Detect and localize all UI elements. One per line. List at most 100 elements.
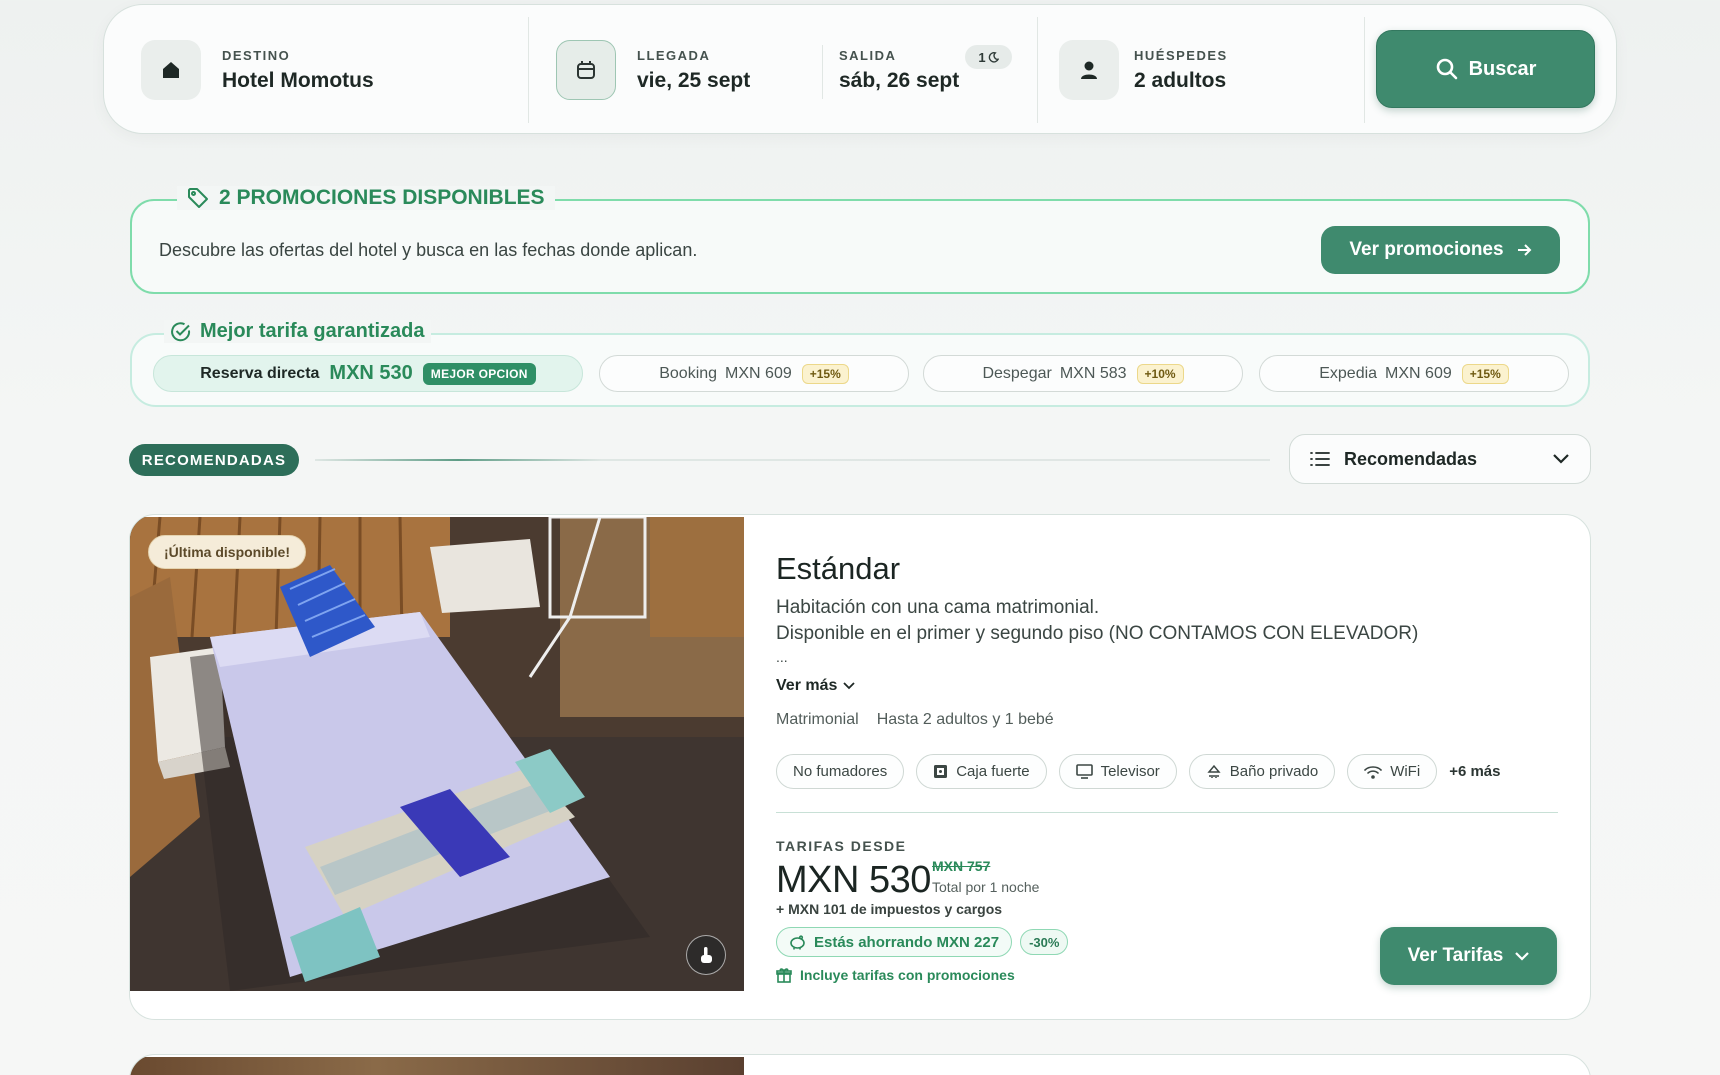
checkout-label: SALIDA	[839, 47, 897, 63]
sort-select[interactable]: Recomendadas	[1289, 434, 1591, 484]
view-promotions-button[interactable]: Ver promociones	[1321, 226, 1560, 274]
amenity-chip: Baño privado	[1188, 754, 1336, 789]
room-title: Estándar	[776, 551, 901, 586]
saving-badge: Estás ahorrando MXN 227	[776, 927, 1013, 957]
rate-expedia: Expedia MXN 609 +15%	[1259, 355, 1569, 392]
rates-from-label: TARIFAS DESDE	[776, 838, 907, 854]
checkout-field[interactable]: SALIDA sáb, 26 sept	[839, 5, 959, 135]
room-old-price: MXN 757	[932, 858, 991, 874]
arrow-right-icon	[1517, 244, 1531, 256]
safe-icon	[934, 765, 948, 778]
amenity-label: Caja fuerte	[956, 763, 1030, 780]
checkin-field[interactable]: LLEGADA vie, 25 sept	[556, 5, 750, 135]
nights-count: 1	[978, 49, 986, 65]
amenities-list: No fumadores Caja fuerte Televisor Baño …	[776, 754, 1500, 789]
room-divider	[776, 812, 1558, 813]
see-more-link[interactable]: Ver más	[776, 677, 856, 695]
room-photo-illustration	[130, 517, 744, 991]
discount-badge: -30%	[1020, 929, 1069, 955]
amenity-label: Baño privado	[1229, 763, 1319, 780]
nights-badge: 1	[965, 45, 1012, 69]
best-rate-title: Mejor tarifa garantizada	[164, 320, 431, 343]
rate-ota-percent: +15%	[1461, 363, 1509, 384]
rate-ota-name: Despegar	[982, 364, 1052, 382]
room-description-ellipsis: ...	[776, 649, 788, 665]
chevron-down-icon	[1553, 454, 1569, 464]
amenity-label: WiFi	[1390, 763, 1421, 780]
search-button[interactable]: Buscar	[1376, 30, 1595, 108]
room-meta: Matrimonial Hasta 2 adultos y 1 bebé	[776, 711, 1054, 729]
guests-label: HUÉSPEDES	[1134, 47, 1228, 63]
room-card-next	[129, 1054, 1591, 1075]
rate-ota-name: Booking	[659, 364, 718, 382]
search-bar: DESTINO Hotel Momotus LLEGADA vie, 25 se…	[103, 4, 1617, 134]
check-circle-icon	[171, 321, 191, 341]
view-promotions-label: Ver promociones	[1349, 239, 1504, 260]
wifi-icon	[1364, 765, 1382, 779]
tv-icon	[1075, 764, 1093, 779]
room-bed-type: Matrimonial	[776, 711, 859, 728]
checkin-value: vie, 25 sept	[637, 68, 751, 92]
room-price: MXN 530	[776, 859, 931, 901]
saving-text: Estás ahorrando MXN 227	[814, 933, 1000, 951]
rate-ota-price: MXN 583	[1059, 364, 1127, 382]
destination-label: DESTINO	[222, 47, 291, 63]
chevron-down-icon	[1515, 951, 1530, 961]
room-price-total-note: Total por 1 noche	[932, 879, 1040, 895]
gift-icon	[776, 968, 792, 983]
best-rate-panel: Mejor tarifa garantizada Reserva directa…	[130, 320, 1590, 407]
amenity-chip: Caja fuerte	[916, 754, 1047, 789]
see-more-label: Ver más	[776, 677, 838, 694]
view-rates-button[interactable]: Ver Tarifas	[1380, 927, 1557, 985]
amenity-chip: WiFi	[1347, 754, 1438, 789]
search-icon	[1436, 58, 1457, 80]
amenity-label: No fumadores	[793, 763, 888, 780]
section-divider	[315, 459, 1270, 461]
divider	[528, 17, 529, 123]
promotions-banner: 2 PROMOCIONES DISPONIBLES Descubre las o…	[130, 186, 1590, 294]
rate-direct-label: Reserva directa	[200, 364, 320, 382]
best-rate-title-text: Mejor tarifa garantizada	[200, 320, 425, 342]
includes-promotions-text: Incluye tarifas con promociones	[800, 967, 1015, 983]
promotions-description: Descubre las ofertas del hotel y busca e…	[159, 240, 698, 260]
gallery-touch-button[interactable]	[686, 935, 726, 975]
guests-field[interactable]: HUÉSPEDES 2 adultos	[1059, 5, 1228, 135]
shower-icon	[1207, 764, 1221, 778]
piggy-bank-icon	[790, 934, 805, 949]
user-icon	[1059, 40, 1119, 100]
promotions-title: 2 PROMOCIONES DISPONIBLES	[177, 186, 555, 210]
divider	[1037, 17, 1038, 123]
rate-direct-price: MXN 530	[329, 362, 413, 384]
includes-promotions: Incluye tarifas con promociones	[776, 967, 1015, 983]
hand-pointer-icon	[701, 947, 712, 963]
promotions-title-text: 2 PROMOCIONES DISPONIBLES	[219, 186, 545, 209]
search-button-label: Buscar	[1468, 57, 1537, 80]
view-rates-label: Ver Tarifas	[1407, 945, 1504, 966]
destination-value: Hotel Momotus	[222, 68, 374, 92]
tag-icon	[188, 188, 208, 208]
rate-ota-percent: +10%	[1136, 363, 1184, 384]
checkout-value: sáb, 26 sept	[839, 68, 960, 92]
room-taxes: + MXN 101 de impuestos y cargos	[776, 901, 1003, 917]
amenity-label: Televisor	[1100, 763, 1160, 780]
amenity-chip: No fumadores	[776, 754, 905, 789]
more-amenities-link[interactable]: +6 más	[1449, 763, 1500, 780]
destination-field[interactable]: DESTINO Hotel Momotus	[141, 5, 374, 135]
room-capacity: Hasta 2 adultos y 1 bebé	[876, 711, 1054, 728]
checkin-label: LLEGADA	[637, 47, 711, 63]
room-photo[interactable]	[130, 1057, 744, 1075]
list-icon	[1310, 452, 1330, 466]
divider	[1364, 17, 1365, 123]
room-description-line: Habitación con una cama matrimonial.	[776, 597, 1100, 618]
room-photo[interactable]: ¡Última disponible!	[130, 517, 744, 991]
recommended-section-badge: RECOMENDADAS	[129, 444, 299, 476]
rate-ota-price: MXN 609	[1385, 364, 1452, 382]
moon-icon	[988, 51, 999, 63]
home-icon	[141, 40, 201, 100]
rate-direct: Reserva directa MXN 530 MEJOR OPCION	[153, 355, 583, 392]
rate-booking: Booking MXN 609 +15%	[599, 355, 909, 392]
divider	[822, 45, 823, 99]
room-description: Habitación con una cama matrimonial. Dis…	[776, 595, 1418, 647]
best-option-badge: MEJOR OPCION	[422, 362, 536, 385]
rate-ota-price: MXN 609	[725, 364, 792, 382]
